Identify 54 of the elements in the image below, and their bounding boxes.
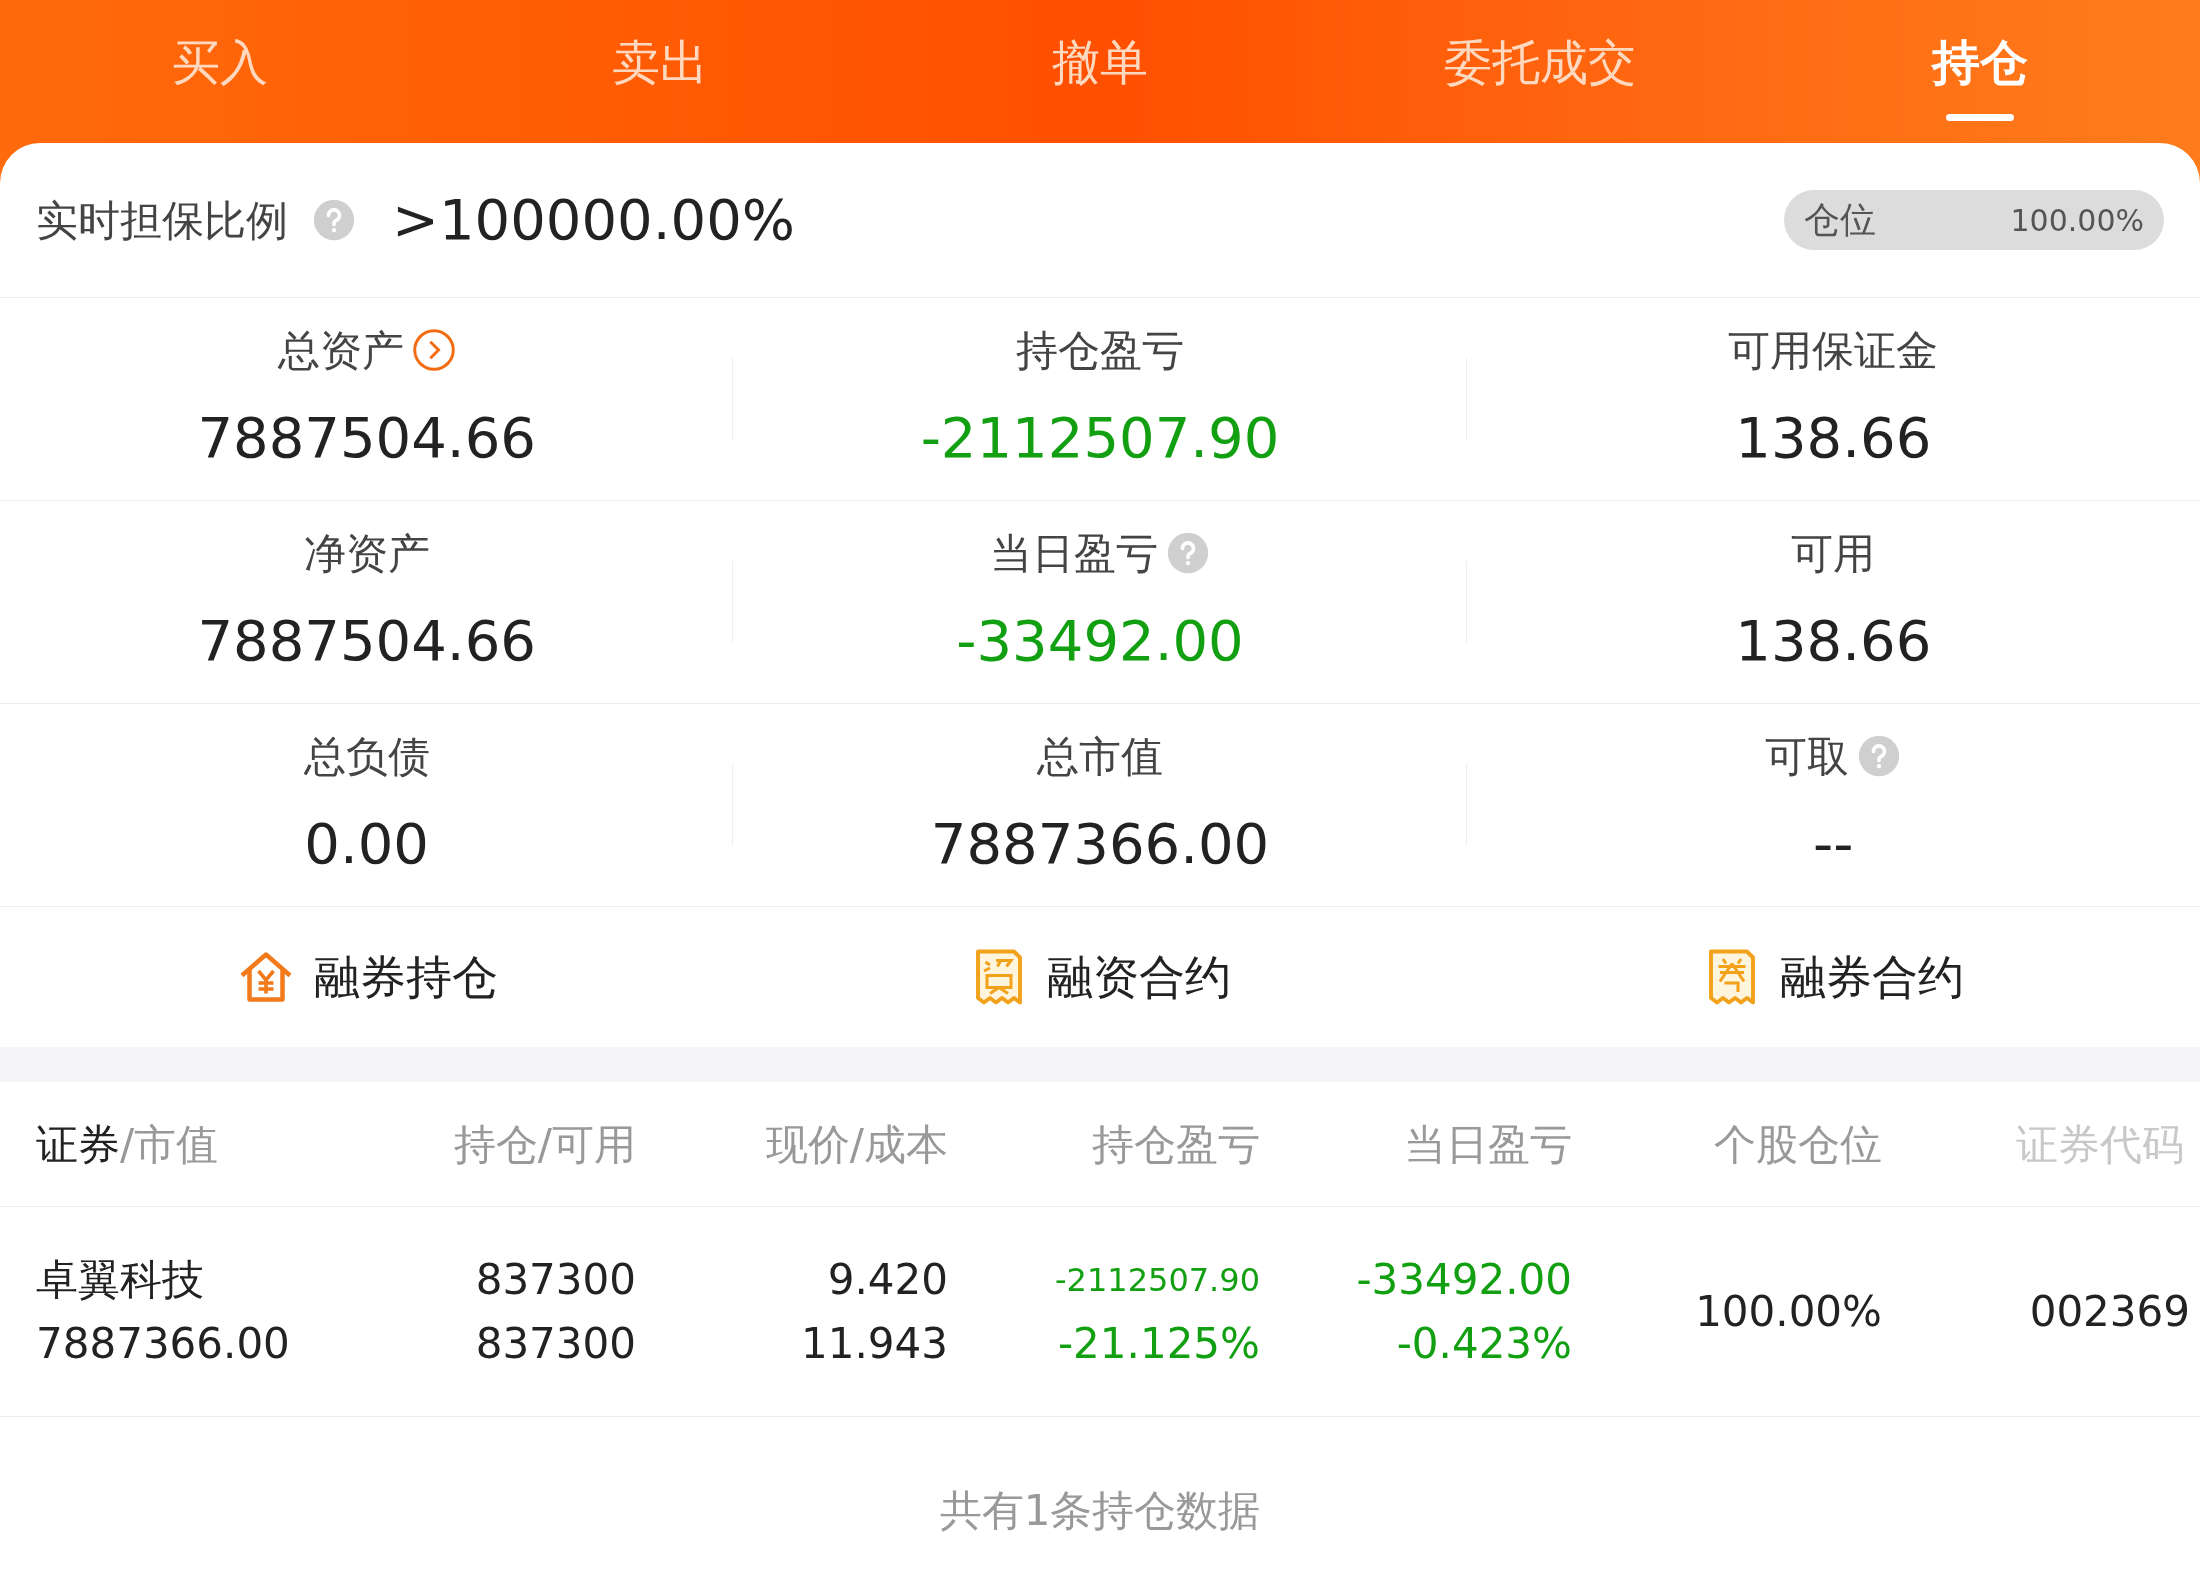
table-cell-text: 7887366.00	[36, 1317, 290, 1370]
stat-value: 138.66	[1735, 606, 1932, 675]
column-header[interactable]: 当日盈亏	[1404, 1119, 1572, 1169]
table-cell-text: 9.420	[827, 1253, 948, 1306]
ratio-value: >100000.00%	[392, 186, 795, 254]
stat-label: 总负债	[303, 730, 430, 783]
tab[interactable]: 委托成交	[1444, 22, 1636, 86]
shortcut-button[interactable]: 融资合约	[969, 942, 1231, 1012]
table-cell-text: -33492.00	[1356, 1253, 1572, 1306]
tab[interactable]: 买入	[172, 22, 268, 86]
position-reading: 100.00%	[2010, 201, 2144, 240]
table-cell-text: 11.943	[801, 1317, 948, 1370]
table-cell-text: 837300	[475, 1253, 636, 1306]
table-cell-text: 100.00%	[1695, 1285, 1882, 1338]
stat-value: 7887504.66	[197, 403, 536, 472]
shortcut-button[interactable]: 融券持仓	[235, 942, 498, 1012]
ratio-label: 实时担保比例	[36, 194, 288, 247]
help-icon[interactable]	[312, 198, 356, 242]
column-header[interactable]: 个股仓位	[1714, 1119, 1882, 1169]
stat-value: -33492.00	[956, 606, 1244, 675]
stat-label: 总市值	[1037, 730, 1163, 783]
stat-label: 总资产	[277, 324, 404, 377]
column-header[interactable]: 持仓盈亏	[1092, 1119, 1260, 1169]
stat-value: 7887366.00	[930, 809, 1270, 878]
table-cell-text: -0.423%	[1396, 1317, 1572, 1370]
position-label: 仓位	[1804, 198, 1876, 242]
table-cell-text: 837300	[475, 1317, 636, 1370]
table-cell-text: 卓翼科技	[36, 1253, 204, 1306]
stat-label: 可取	[1765, 730, 1850, 783]
table-cell-text: -2112507.90	[1055, 1259, 1260, 1301]
stat-value: -2112507.90	[920, 403, 1280, 472]
footer-text: 共有1条持仓数据	[939, 1485, 1261, 1537]
column-header[interactable]: 现价/成本	[765, 1119, 948, 1169]
stat-label: 净资产	[303, 527, 430, 580]
table-cell-text: 002369	[2029, 1285, 2190, 1338]
chevron-circle-icon[interactable]	[411, 328, 456, 372]
tab[interactable]: 持仓	[1932, 22, 2028, 86]
tab[interactable]: 卖出	[612, 22, 708, 86]
shortcut-button[interactable]: 融券合约	[1702, 942, 1965, 1012]
stat-label: 可用	[1791, 527, 1876, 580]
table-cell-text: -21.125%	[1057, 1317, 1260, 1370]
stat-value: 7887504.66	[197, 606, 536, 675]
help-icon[interactable]	[1166, 531, 1210, 575]
stat-value: --	[1813, 809, 1854, 878]
tab-underline	[1946, 114, 2014, 121]
tab[interactable]: 撤单	[1052, 22, 1148, 86]
column-header[interactable]: 证券/市值	[36, 1119, 219, 1169]
column-header[interactable]: 持仓/可用	[453, 1119, 636, 1169]
stat-value: 138.66	[1735, 403, 1932, 472]
stat-label: 持仓盈亏	[1016, 324, 1184, 377]
stat-value: 0.00	[304, 809, 429, 878]
stat-label: 当日盈亏	[990, 527, 1158, 580]
help-icon[interactable]	[1857, 734, 1902, 778]
stat-label: 可用保证金	[1728, 324, 1939, 377]
